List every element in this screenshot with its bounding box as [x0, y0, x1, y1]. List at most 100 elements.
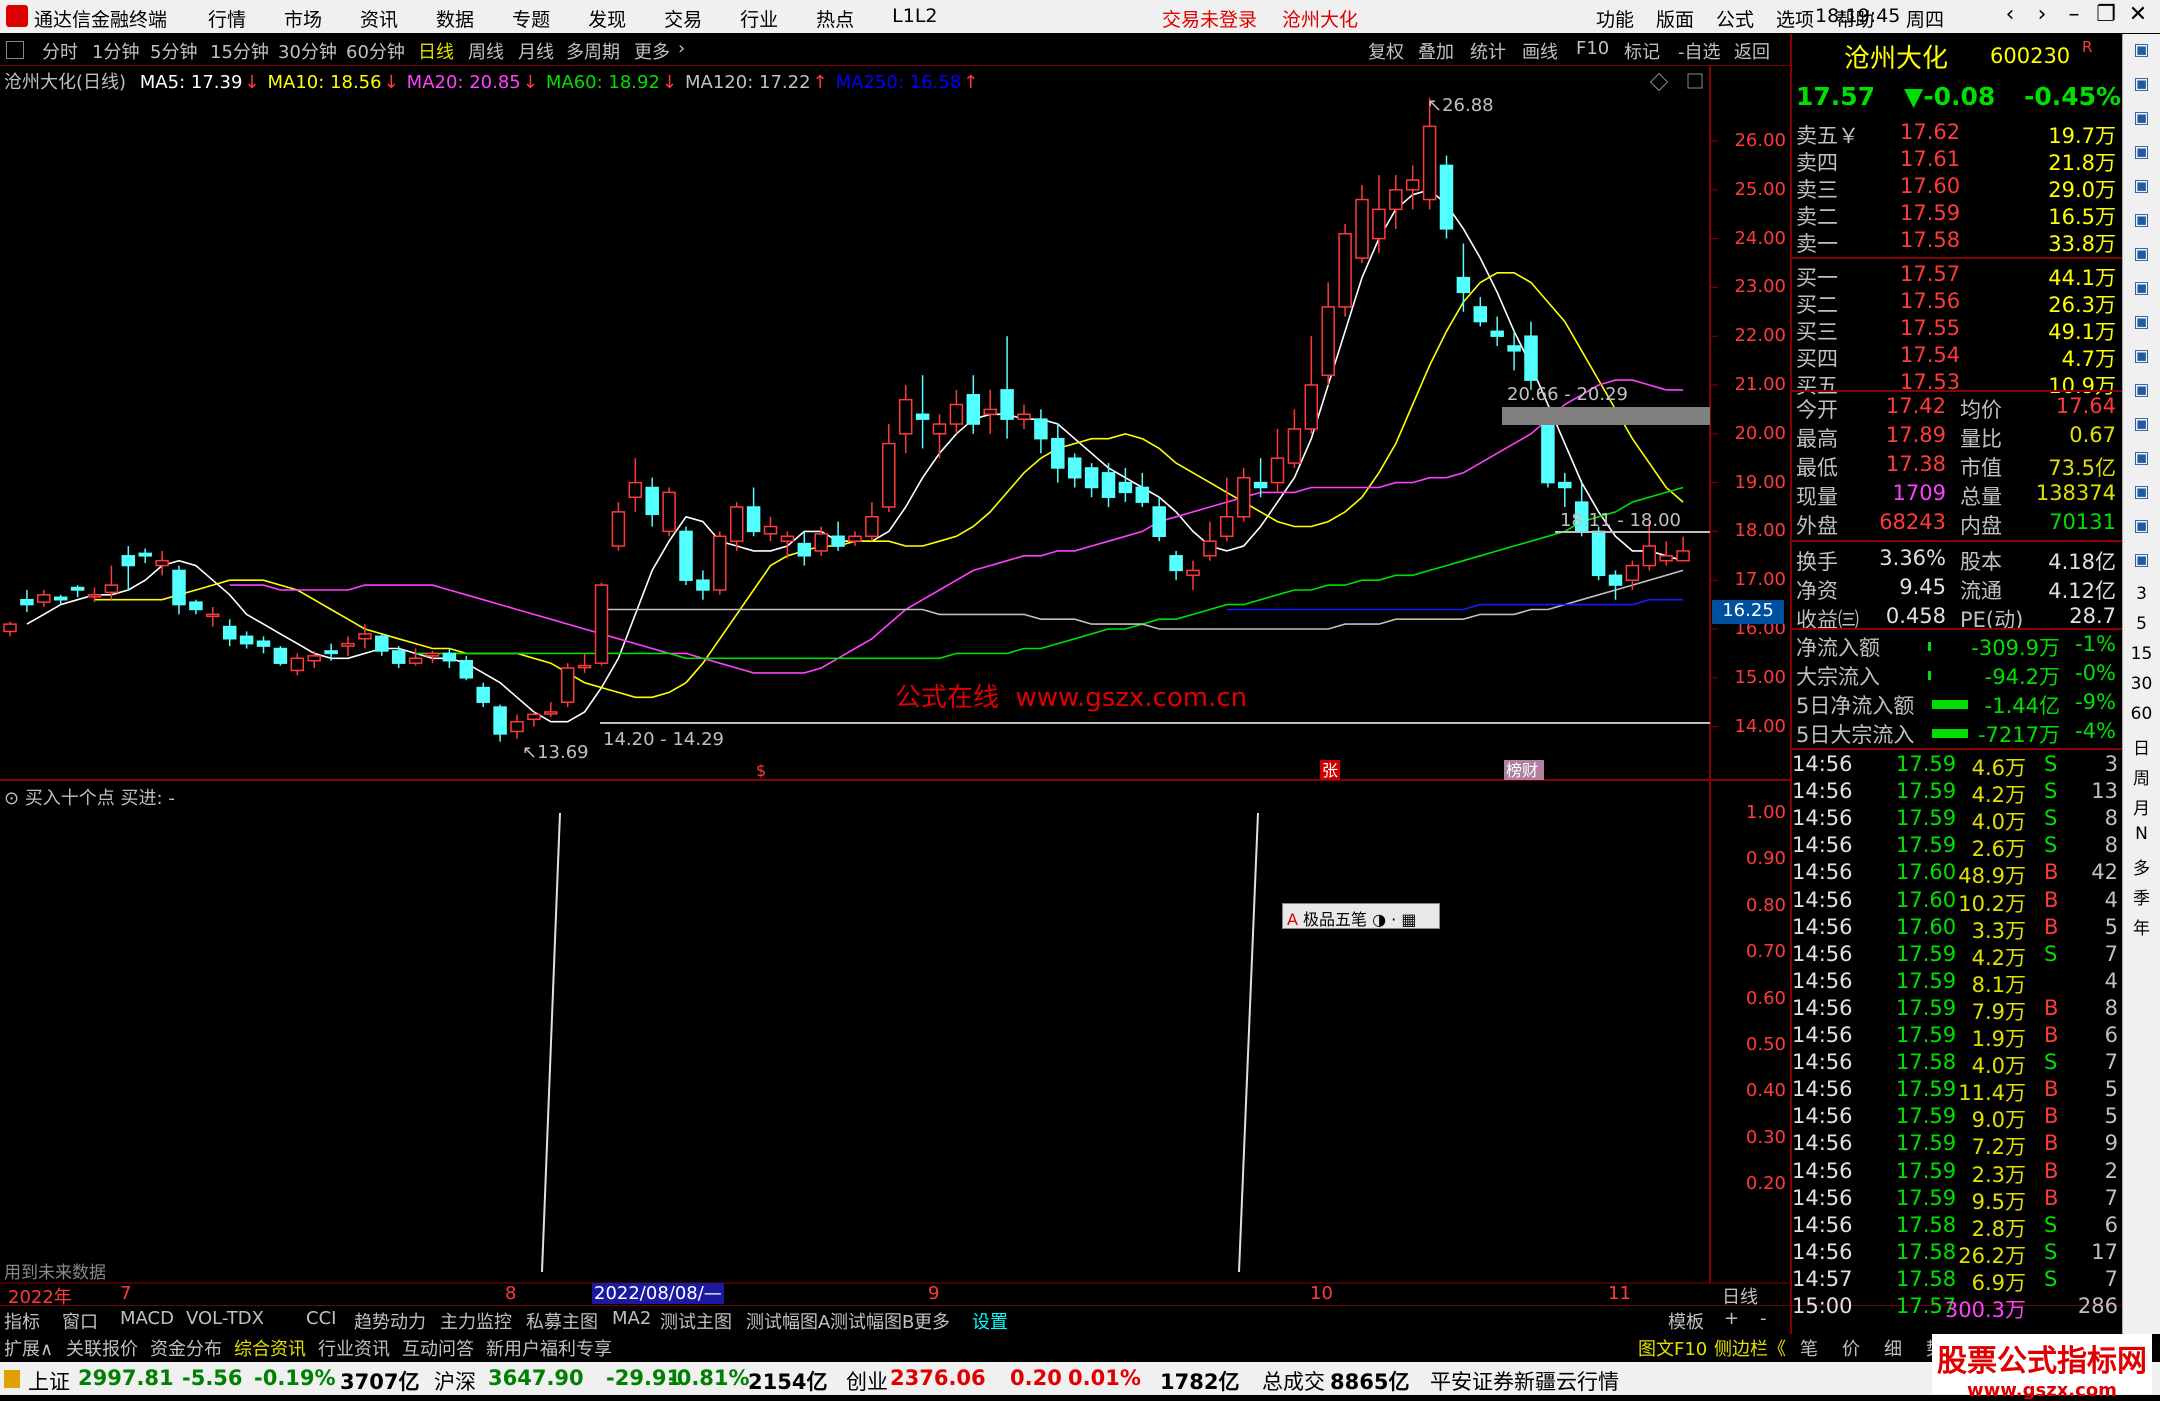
radar-icon[interactable]: ▣ [2127, 414, 2156, 442]
nav-home-icon[interactable]: ▣ [2127, 74, 2156, 102]
chart-tool-button[interactable]: 画线 [1522, 38, 1558, 64]
chart-tool-button[interactable]: -自选 [1678, 38, 1721, 64]
indicator-tab[interactable]: 设置 [972, 1308, 1008, 1334]
bottom-link[interactable]: 扩展∧ [4, 1335, 53, 1361]
indicator-tab[interactable]: 测试主图 [660, 1308, 732, 1334]
bottom-link[interactable]: 行业资讯 [318, 1335, 390, 1361]
chart-tool-button[interactable]: 叠加 [1418, 38, 1454, 64]
menu-item[interactable]: 行业 [740, 5, 778, 32]
menu-item[interactable]: 市场 [284, 5, 322, 32]
period-tab[interactable]: 多周期 [566, 38, 620, 64]
grid-icon[interactable]: ▣ [2127, 346, 2156, 374]
kline-icon[interactable]: ▣ [2127, 244, 2156, 272]
chart-tool-button[interactable]: F10 [1576, 38, 1609, 59]
alert-icon[interactable]: ▣ [2127, 448, 2156, 476]
menu-item[interactable]: 资讯 [360, 5, 398, 32]
period-tab[interactable]: 分时 [42, 38, 78, 64]
indicator-tab[interactable]: 测试幅图B [830, 1308, 914, 1334]
panel-tab[interactable]: 图文F10 [1638, 1335, 1707, 1361]
sidebar-period[interactable]: 周 [2127, 764, 2156, 792]
news-icon[interactable]: ▣ [2127, 278, 2156, 306]
template-button[interactable]: 模板 [1668, 1308, 1704, 1334]
sidebar-period[interactable]: 季 [2127, 884, 2156, 912]
indicator-tab[interactable]: 更多 [914, 1308, 950, 1334]
chart-tool-button[interactable]: 复权 [1368, 38, 1404, 64]
indicator-tab[interactable]: 窗口 [62, 1308, 98, 1334]
indicator-tab[interactable]: MA2 [612, 1308, 651, 1329]
menu-item[interactable]: 交易 [664, 5, 702, 32]
sidebar-period[interactable]: 日 [2127, 734, 2156, 762]
layout-toggle-icon[interactable] [6, 41, 24, 59]
right-menu-item[interactable]: 版面 [1656, 5, 1694, 32]
panel-tab[interactable]: 侧边栏《 [1714, 1335, 1786, 1361]
nav-up-icon[interactable]: ▣ [2127, 40, 2156, 68]
f10-icon[interactable]: ▣ [2127, 312, 2156, 340]
indicator-tab[interactable]: 趋势动力 [354, 1308, 426, 1334]
indicator-tab[interactable]: 主力监控 [440, 1308, 512, 1334]
bottom-link[interactable]: 资金分布 [150, 1335, 222, 1361]
bottom-link[interactable]: 关联报价 [66, 1335, 138, 1361]
sidebar-period[interactable]: 60 [2127, 704, 2156, 732]
pen-icon[interactable]: ▣ [2127, 550, 2156, 578]
sidebar-period[interactable]: N [2127, 824, 2156, 852]
indicator-collapse-icon[interactable]: ⊙ [4, 788, 25, 809]
sidebar-period[interactable]: 15 [2127, 644, 2156, 672]
template-button[interactable]: - [1760, 1308, 1767, 1329]
sidebar-period[interactable]: 月 [2127, 794, 2156, 822]
bottom-link[interactable]: 互动问答 [402, 1335, 474, 1361]
sidebar-period[interactable]: 3 [2127, 584, 2156, 612]
indicator-tab[interactable]: 测试幅图A [746, 1308, 830, 1334]
close-icon[interactable]: ✕ [2122, 2, 2154, 27]
bottom-link[interactable]: 新用户福利专享 [486, 1335, 612, 1361]
indicator-tab[interactable]: CCI [306, 1308, 336, 1329]
indicator-tab[interactable]: VOL-TDX [186, 1308, 264, 1329]
template-button[interactable]: + [1724, 1308, 1739, 1329]
indicator-tab[interactable]: 私募主图 [526, 1308, 598, 1334]
minimize-icon[interactable]: – [2058, 2, 2090, 27]
period-tab[interactable]: 5分钟 [150, 38, 197, 64]
sidebar-period[interactable]: 5 [2127, 614, 2156, 642]
menu-item[interactable]: 行情 [208, 5, 246, 32]
indicator-tab[interactable]: 指标 [4, 1308, 40, 1334]
forward-icon[interactable]: › [2026, 2, 2058, 27]
chart-tool-button[interactable]: 返回 [1734, 38, 1770, 64]
period-tab[interactable]: 60分钟 [346, 38, 405, 64]
list-icon[interactable]: ▣ [2127, 176, 2156, 204]
period-tab[interactable]: 1分钟 [92, 38, 139, 64]
indicator-tab[interactable]: MACD [120, 1308, 174, 1329]
right-menu-item[interactable]: 选项 [1776, 5, 1814, 32]
menu-item[interactable]: 数据 [436, 5, 474, 32]
back-icon[interactable]: ‹ [1994, 2, 2026, 27]
nav-down-icon[interactable]: ▣ [2127, 108, 2156, 136]
panel-tab[interactable]: 价 [1842, 1335, 1860, 1361]
rsi-icon[interactable]: ▣ [2127, 482, 2156, 510]
profile-icon[interactable]: ▣ [2127, 380, 2156, 408]
bottom-link[interactable]: 综合资讯 [234, 1335, 306, 1361]
sidebar-period[interactable]: 年 [2127, 914, 2156, 942]
panel-tab[interactable]: 细 [1884, 1335, 1902, 1361]
menu-item[interactable]: L1L2 [892, 5, 937, 32]
panel-tab[interactable]: 笔 [1800, 1335, 1818, 1361]
trade-status[interactable]: 交易未登录 [1162, 5, 1257, 32]
period-tab[interactable]: 周线 [468, 38, 504, 64]
menu-item[interactable]: 专题 [512, 5, 550, 32]
restore-icon[interactable]: ❐ [2090, 2, 2122, 27]
right-menu-item[interactable]: 功能 [1596, 5, 1634, 32]
link-icon[interactable]: ▣ [2127, 516, 2156, 544]
period-tab[interactable]: 日线 [418, 38, 454, 64]
period-tab[interactable]: 30分钟 [278, 38, 337, 64]
more-chevron-icon[interactable]: › [678, 38, 685, 59]
menu-item[interactable]: 发现 [588, 5, 626, 32]
ime-toolbar[interactable]: A 极品五笔 ◑ · ▦ [1282, 903, 1440, 929]
report-icon[interactable]: ▣ [2127, 142, 2156, 170]
sidebar-period[interactable]: 多 [2127, 854, 2156, 882]
right-menu-item[interactable]: 公式 [1716, 5, 1754, 32]
menu-item[interactable]: 热点 [816, 5, 854, 32]
period-tab[interactable]: 15分钟 [210, 38, 269, 64]
sidebar-period[interactable]: 30 [2127, 674, 2156, 702]
period-tab[interactable]: 月线 [518, 38, 554, 64]
period-tab[interactable]: 更多 [634, 38, 670, 64]
chart-icon[interactable]: ▣ [2127, 210, 2156, 238]
chart-tool-button[interactable]: 标记 [1624, 38, 1660, 64]
chart-tool-button[interactable]: 统计 [1470, 38, 1506, 64]
